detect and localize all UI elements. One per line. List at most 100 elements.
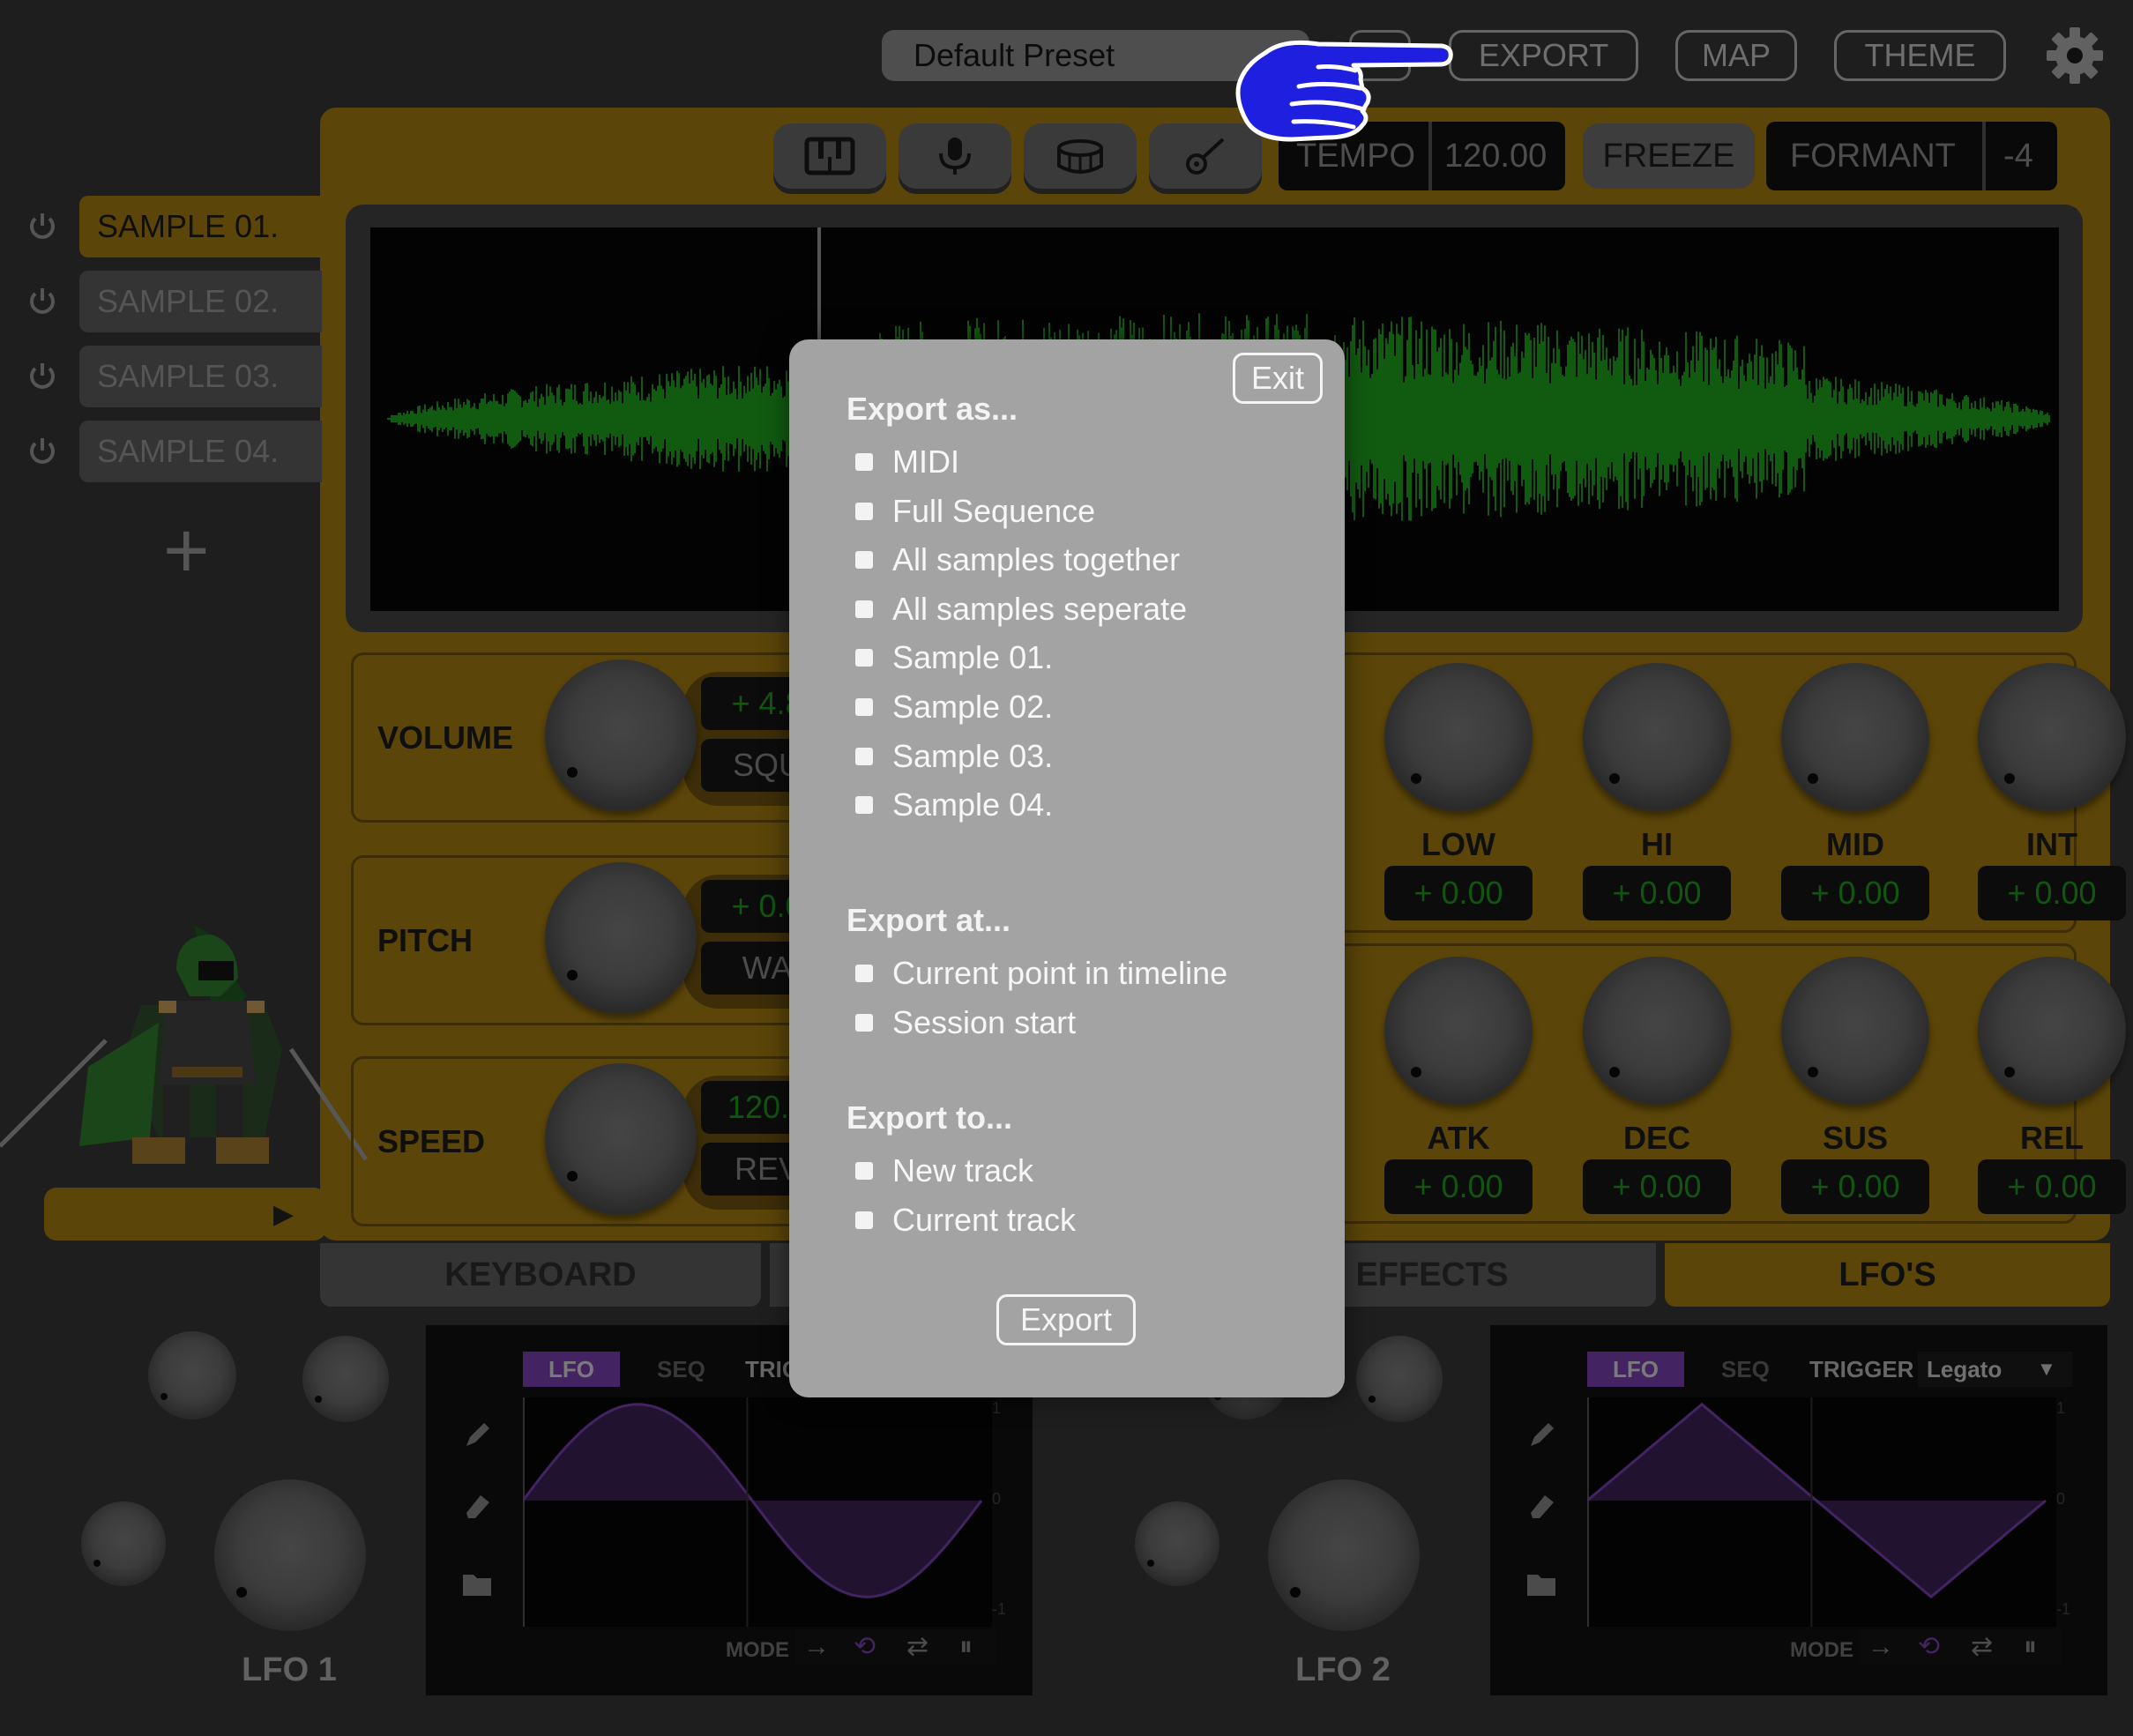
export-option[interactable]: Current track (846, 1196, 1076, 1245)
export-option[interactable]: MIDI (846, 437, 959, 487)
exit-button[interactable]: Exit (1233, 353, 1323, 404)
export-option[interactable]: Current point in timeline (846, 949, 1227, 998)
option-label: Sample 02. (892, 689, 1054, 725)
gear-icon[interactable] (2044, 25, 2106, 86)
eq-knob[interactable] (1781, 663, 1929, 811)
checkbox[interactable] (855, 796, 873, 815)
eq-value[interactable]: + 0.00 (1583, 1159, 1731, 1214)
play-icon[interactable]: ▶ (273, 1199, 294, 1230)
eq-value[interactable]: + 0.00 (1384, 1159, 1533, 1214)
checkbox[interactable] (855, 453, 873, 471)
lfo-tab-seq[interactable]: SEQ (657, 1352, 705, 1387)
eq-knob[interactable] (1384, 663, 1533, 811)
lfo-amount-knob[interactable] (214, 1479, 366, 1631)
power-icon[interactable] (26, 286, 58, 317)
lfo-param-knob[interactable] (1135, 1501, 1219, 1586)
tab-lfos[interactable]: LFO'S (1665, 1243, 2110, 1307)
lfo-tab-lfo[interactable]: LFO (523, 1352, 620, 1387)
eq-value[interactable]: + 0.00 (1583, 866, 1731, 920)
lfo-param-knob[interactable] (81, 1501, 166, 1586)
tempo-value[interactable]: 120.00 (1444, 122, 1547, 190)
loop-icon[interactable]: ⟲ (854, 1631, 876, 1663)
export-option[interactable]: All samples seperate (846, 585, 1187, 634)
checkbox[interactable] (855, 965, 873, 982)
option-label: Current point in timeline (892, 955, 1228, 991)
power-icon[interactable] (26, 361, 58, 392)
export-option[interactable]: All samples together (846, 535, 1180, 585)
eq-value[interactable]: + 0.00 (1978, 1159, 2126, 1214)
power-icon[interactable] (26, 436, 58, 467)
arrow-right-icon[interactable]: → (803, 1631, 830, 1663)
export-option[interactable]: Sample 03. (846, 732, 1053, 781)
power-icon[interactable] (26, 211, 58, 242)
control-knob[interactable] (545, 659, 697, 811)
pause-icon[interactable]: ⏸ (959, 1631, 973, 1663)
eq-knob[interactable] (1583, 663, 1731, 811)
eq-value[interactable]: + 0.00 (1978, 866, 2126, 920)
eq-label: HI (1641, 826, 1673, 862)
checkbox[interactable] (855, 698, 873, 716)
ping-pong-icon[interactable]: ⇄ (1971, 1631, 1993, 1663)
lfo-amount-knob[interactable] (1268, 1479, 1420, 1631)
eq-value[interactable]: + 0.00 (1384, 866, 1533, 920)
eraser-icon[interactable] (461, 1490, 493, 1522)
eq-knob[interactable] (1781, 957, 1929, 1105)
folder-icon[interactable] (461, 1571, 493, 1603)
lfo-param-knob[interactable] (1356, 1336, 1443, 1422)
eq-knob[interactable] (1583, 957, 1731, 1105)
checkbox[interactable] (855, 1211, 873, 1229)
keyboard-mode-button[interactable] (773, 123, 886, 189)
control-knob[interactable] (545, 1063, 697, 1215)
lfo-tab-seq[interactable]: SEQ (1721, 1352, 1770, 1387)
export-option[interactable]: Sample 04. (846, 780, 1053, 830)
checkbox[interactable] (855, 649, 873, 667)
checkbox[interactable] (855, 502, 873, 520)
tab-keyboard[interactable]: KEYBOARD (320, 1243, 761, 1307)
checkbox[interactable] (855, 747, 873, 765)
export-option[interactable]: Sample 01. (846, 633, 1053, 682)
add-sample-button[interactable]: + (163, 511, 210, 591)
option-label: Sample 04. (892, 786, 1054, 823)
loop-icon[interactable]: ⟲ (1918, 1631, 1940, 1663)
checkbox[interactable] (855, 600, 873, 618)
lfo-param-knob[interactable] (302, 1336, 389, 1422)
formant-value[interactable]: -4 (2003, 122, 2033, 190)
knob-indicator (567, 1171, 578, 1181)
export-button[interactable]: EXPORT (1449, 30, 1638, 81)
sample-tab[interactable]: SAMPLE 04. (79, 421, 322, 482)
section-heading: Export at... (846, 902, 1011, 938)
export-confirm-button[interactable]: Export (996, 1294, 1136, 1345)
eq-knob[interactable] (1978, 957, 2126, 1105)
microphone-mode-button[interactable] (899, 123, 1011, 189)
pencil-icon[interactable] (1525, 1419, 1557, 1451)
ping-pong-icon[interactable]: ⇄ (906, 1631, 929, 1663)
eraser-icon[interactable] (1525, 1490, 1557, 1522)
checkbox[interactable] (855, 1162, 873, 1180)
drum-mode-button[interactable] (1024, 123, 1137, 189)
control-knob[interactable] (545, 862, 697, 1014)
export-option[interactable]: Full Sequence (846, 487, 1095, 536)
eq-value[interactable]: + 0.00 (1781, 866, 1929, 920)
lfo-tab-lfo[interactable]: LFO (1587, 1352, 1684, 1387)
map-button[interactable]: MAP (1675, 30, 1797, 81)
eq-value[interactable]: + 0.00 (1781, 1159, 1929, 1214)
freeze-button[interactable]: FREEZE (1583, 123, 1755, 189)
arrow-right-icon[interactable]: → (1868, 1631, 1894, 1663)
sample-tab[interactable]: SAMPLE 01. (79, 196, 322, 257)
lfo-tab-trigger[interactable]: TRIGGER (1809, 1352, 1913, 1387)
sample-tab[interactable]: SAMPLE 02. (79, 271, 322, 332)
eq-knob[interactable] (1384, 957, 1533, 1105)
lfo-param-knob[interactable] (148, 1331, 236, 1419)
checkbox[interactable] (855, 551, 873, 570)
pencil-icon[interactable] (461, 1419, 493, 1451)
checkbox[interactable] (855, 1013, 873, 1032)
pause-icon[interactable]: ⏸ (2024, 1631, 2037, 1663)
sample-tab[interactable]: SAMPLE 03. (79, 346, 322, 407)
eq-knob[interactable] (1978, 663, 2126, 811)
knob-indicator (1609, 1067, 1620, 1077)
folder-icon[interactable] (1525, 1571, 1557, 1603)
export-option[interactable]: Session start (846, 998, 1076, 1047)
theme-button[interactable]: THEME (1834, 30, 2006, 81)
export-option[interactable]: New track (846, 1146, 1033, 1196)
export-option[interactable]: Sample 02. (846, 682, 1053, 732)
